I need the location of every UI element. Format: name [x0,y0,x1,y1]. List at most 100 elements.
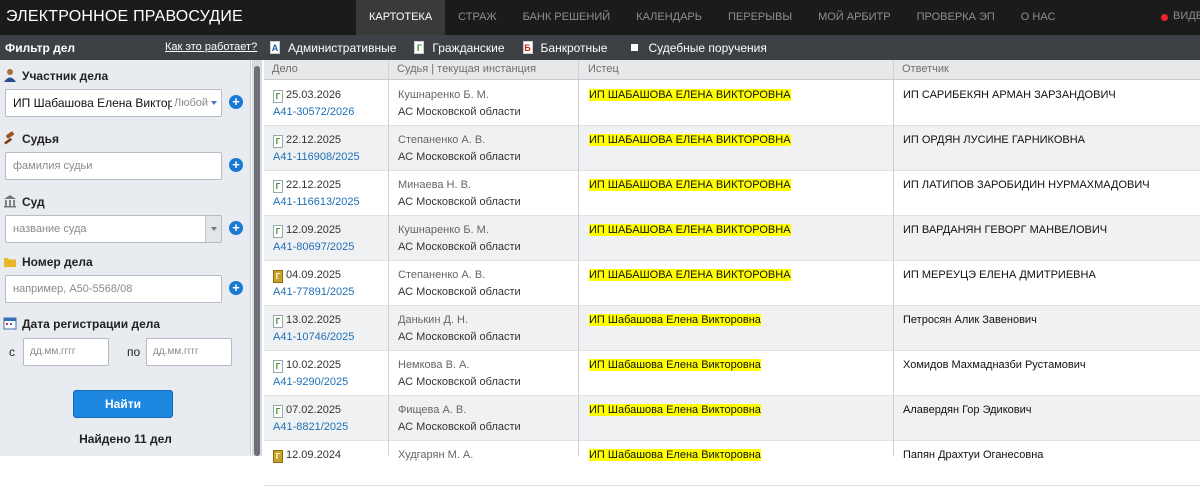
plaintiff-name[interactable]: ИП ШАБАШОВА ЕЛЕНА ВИКТОРОВНА [589,134,791,146]
table-row[interactable]: Г 10.02.2025 А41-9290/2025 Немкова В. А. АС … [264,351,1200,396]
plaintiff-name[interactable]: ИП ШАБАШОВА ЕЛЕНА ВИКТОРОВНА [589,179,791,191]
table-row[interactable]: Г 07.02.2025 А41-8821/2025 Фищева А. В. АС М… [264,396,1200,441]
table-row[interactable]: Г 22.12.2025 А41-116613/2025 Минаева Н. В. А… [264,171,1200,216]
court-name: АС Московской области [398,106,521,118]
court-select[interactable]: название суда [5,215,222,243]
header-case[interactable]: Дело [272,63,298,75]
participant-role-label: Любой [173,97,208,109]
column-divider [388,60,389,456]
judge-name: Данькин Д. Н. [398,314,469,326]
nav-item[interactable]: МОЙ АРБИТР [805,0,904,35]
case-number-link[interactable]: А41-116908/2025 [273,151,360,163]
case-date: 25.03.2026 [286,89,342,101]
nav-item[interactable]: СТРАЖ [445,0,509,35]
header-plaintiff[interactable]: Истец [588,63,619,75]
plaintiff-name[interactable]: ИП Шабашова Елена Викторовна [589,404,761,416]
court-name: АС Московской области [398,286,521,298]
table-row[interactable]: Г 25.03.2026 А41-30572/2026 Кушнаренко Б. М… [264,81,1200,126]
header-judge[interactable]: Судья | текущая инстанция [397,63,536,75]
tab-bankruptcy[interactable]: Б Банкротные [522,40,608,55]
site-brand[interactable]: ЭЛЕКТРОННОЕ ПРАВОСУДИЕ [6,8,243,26]
defendant-name[interactable]: ИП ОРДЯН ЛУСИНЕ ГАРНИКОВНА [903,134,1085,146]
date-to-label: по [127,345,141,359]
case-type-tabs: А Административные Г Гражданские Б Банкр… [270,35,785,60]
square-icon [631,44,639,51]
panel-scrollbar[interactable] [252,60,262,456]
defendant-name[interactable]: Алавердян Гор Эдикович [903,404,1031,416]
judge-name: Минаева Н. В. [398,179,471,191]
participant-role-select[interactable]: Любой [171,90,217,116]
person-icon [4,69,16,82]
tab-civil[interactable]: Г Гражданские [414,41,505,55]
date-from-input[interactable]: дд.мм.гггг [23,338,109,366]
case-number-link[interactable]: А41-116613/2025 [273,196,360,208]
judge-name: Кушнаренко Б. М. [398,224,489,236]
defendant-name[interactable]: ИП МЕРЕУЦЭ ЕЛЕНА ДМИТРИЕВНА [903,269,1096,281]
tab-administrative[interactable]: А Административные [270,41,396,55]
scrollbar-thumb[interactable] [254,66,260,456]
plaintiff-name[interactable]: ИП ШАБАШОВА ЕЛЕНА ВИКТОРОВНА [589,269,791,281]
tab-label: Судебные поручения [648,40,767,55]
plaintiff-name[interactable]: ИП ШАБАШОВА ЕЛЕНА ВИКТОРОВНА [589,224,791,236]
chevron-down-icon [211,101,217,106]
nav-item[interactable]: ПРОВЕРКА ЭП [904,0,1008,35]
add-court-button[interactable]: + [229,221,243,235]
court-label: Суд [22,195,45,209]
case-number-link[interactable]: А41-9290/2025 [273,376,348,388]
table-row[interactable]: Г 13.02.2025 А41-10746/2025 Данькин Д. Н. АС… [264,306,1200,351]
table-row[interactable]: Г 04.09.2025 А41-77891/2025 Степаненко А. В… [264,261,1200,306]
tab-label: Банкротные [540,40,608,55]
civil-case-icon: Г [273,360,283,373]
nav-item[interactable]: КАРТОТЕКА [356,0,446,35]
judge-name: Фищева А. В. [398,404,467,416]
add-judge-button[interactable]: + [229,158,243,172]
judge-input[interactable]: фамилия судьи [5,152,222,180]
case-number-link[interactable]: А41-10746/2025 [273,331,354,343]
table-row[interactable]: Г 12.09.2024 Худгарян М. А. ИП Шабашова Еле… [264,441,1200,486]
nav-item[interactable]: О НАС [1008,0,1069,35]
header-defendant[interactable]: Ответчик [902,63,949,75]
video-nav-label[interactable]: ВИДЕО [1173,10,1200,22]
case-number-link[interactable]: А41-8821/2025 [273,421,348,433]
plaintiff-name[interactable]: ИП Шабашова Елена Викторовна [589,314,761,326]
defendant-name[interactable]: ИП ЛАТИПОВ ЗАРОБИДИН НУРМАХМАДОВИЧ [903,179,1150,191]
court-building-icon [4,195,16,208]
defendant-name[interactable]: Петросян Алик Завенович [903,314,1037,326]
column-divider [893,60,894,456]
how-it-works-link[interactable]: Как это работает? [165,41,257,53]
defendant-name[interactable]: ИП ВАРДАНЯН ГЕВОРГ МАНВЕЛОВИЧ [903,224,1107,236]
case-number-link[interactable]: А41-80697/2025 [273,241,354,253]
tab-court-orders[interactable]: Судебные поручения [625,40,767,55]
dropdown-arrow-icon[interactable] [205,216,221,242]
participant-input[interactable]: ИП Шабашова Елена Викторовна Любой [5,89,222,117]
case-number-link[interactable]: А41-77891/2025 [273,286,354,298]
find-button[interactable]: Найти [73,390,173,418]
defendant-name[interactable]: Хомидов Махмадназби Рустамович [903,359,1086,371]
nav-item[interactable]: ПЕРЕРЫВЫ [715,0,805,35]
plaintiff-name[interactable]: ИП ШАБАШОВА ЕЛЕНА ВИКТОРОВНА [589,89,791,101]
judge-name: Худгарян М. А. [398,449,474,461]
civil-case-icon: Г [273,135,283,148]
date-to-input[interactable]: дд.мм.гггг [146,338,232,366]
nav-item[interactable]: КАЛЕНДАРЬ [623,0,715,35]
civil-case-icon: Г [273,225,283,238]
add-case-number-button[interactable]: + [229,281,243,295]
table-row[interactable]: Г 22.12.2025 А41-116908/2025 Степаненко А. … [264,126,1200,171]
case-number-link[interactable]: А41-30572/2026 [273,106,354,118]
case-date: 12.09.2024 [286,449,342,461]
participant-label: Участник дела [22,69,109,83]
defendant-name[interactable]: ИП САРИБЕКЯН АРМАН ЗАРЗАНДОВИЧ [903,89,1116,101]
plaintiff-name[interactable]: ИП Шабашова Елена Викторовна [589,449,761,461]
defendant-name[interactable]: Папян Драхтуи Огане­совна [903,449,1043,461]
calendar-icon [3,317,17,330]
judge-label: Судья [22,132,60,146]
nav-item[interactable]: БАНК РЕШЕНИЙ [510,0,624,35]
add-participant-button[interactable]: + [229,95,243,109]
filter-title: Фильтр дел [5,41,76,55]
bankruptcy-icon: Б [522,41,533,54]
table-row[interactable]: Г 12.09.2025 А41-80697/2025 Кушнаренко Б. М… [264,216,1200,261]
case-date: 10.02.2025 [286,359,342,371]
plaintiff-name[interactable]: ИП Шабашова Елена Викторовна [589,359,761,371]
court-name: АС Московской области [398,241,521,253]
case-number-input[interactable]: например, А50-5568/08 [5,275,222,303]
